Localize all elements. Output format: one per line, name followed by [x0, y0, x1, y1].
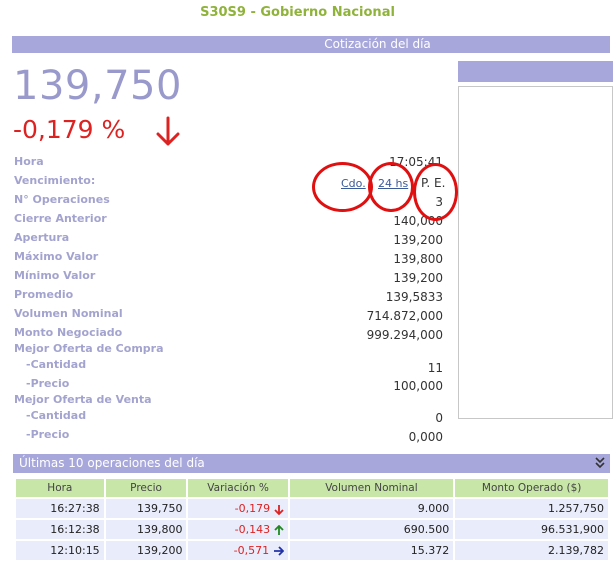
row-precio: 139,200	[105, 541, 187, 560]
maximo-value: 139,800	[393, 252, 443, 266]
col-monto: Monto Operado ($)	[455, 479, 608, 497]
cierre-label: Cierre Anterior	[14, 212, 107, 225]
ops-table: Hora Precio Variación % Volumen Nominal …	[14, 477, 610, 562]
compra-precio-label: -Precio	[26, 377, 70, 390]
chart-panel	[458, 86, 613, 419]
current-price: 139,750	[13, 63, 182, 109]
row-volumen: 9.000	[289, 499, 454, 518]
col-volumen: Volumen Nominal	[289, 479, 454, 497]
section-title: Cotización del día	[324, 37, 431, 51]
row-monto: 1.257,750	[455, 499, 608, 518]
arrow-right-icon	[273, 546, 284, 556]
apertura-value: 139,200	[393, 233, 443, 247]
ops-header: Últimas 10 operaciones del día	[13, 454, 610, 473]
arrow-down-icon	[156, 116, 180, 146]
row-volumen: 690.500	[289, 520, 454, 539]
row-variacion: -0,571	[188, 541, 288, 560]
row-precio: 139,800	[105, 520, 187, 539]
col-hora: Hora	[16, 479, 104, 497]
section-header-cotizacion: Cotización del día	[12, 36, 610, 53]
apertura-label: Apertura	[14, 231, 70, 244]
compra-precio-value: 100,000	[393, 379, 443, 393]
compra-cantidad-value: 11	[427, 361, 443, 375]
annotation-circle-24hs	[368, 162, 414, 212]
mejor-compra-label: Mejor Oferta de Compra	[14, 342, 164, 355]
collapse-chevrons-icon[interactable]	[594, 456, 606, 470]
vencimiento-label: Vencimiento:	[14, 174, 96, 187]
venta-precio-value: 0,000	[408, 430, 443, 444]
chart-header	[458, 61, 613, 82]
annotation-circle-cdo	[312, 162, 373, 212]
compra-cantidad-label: -Cantidad	[26, 358, 87, 371]
col-precio: Precio	[105, 479, 187, 497]
operaciones-label: N° Operaciones	[14, 193, 110, 206]
arrow-down-icon	[273, 504, 284, 515]
mejor-venta-label: Mejor Oferta de Venta	[14, 393, 152, 406]
ops-title: Últimas 10 operaciones del día	[19, 456, 205, 470]
row-volumen: 15.372	[289, 541, 454, 560]
row-variacion: -0,179	[188, 499, 288, 518]
minimo-label: Mínimo Valor	[14, 269, 96, 282]
volumen-label: Volumen Nominal	[14, 307, 123, 320]
monto-value: 999.294,000	[366, 328, 443, 342]
row-variacion: -0,143	[188, 520, 288, 539]
arrow-up-icon	[273, 524, 284, 535]
table-row: 16:12:38 139,800 -0,143 690.500 96.531,9…	[16, 520, 608, 539]
row-monto: 2.139,782	[455, 541, 608, 560]
table-row: 12:10:15 139,200 -0,571 15.372 2.139,782	[16, 541, 608, 560]
row-hora: 12:10:15	[16, 541, 104, 560]
row-hora: 16:12:38	[16, 520, 104, 539]
ops-header-row: Hora Precio Variación % Volumen Nominal …	[16, 479, 608, 497]
page-title: S30S9 - Gobierno Nacional	[200, 5, 395, 20]
col-variacion: Variación %	[188, 479, 288, 497]
price-variation: -0,179 %	[13, 115, 126, 144]
maximo-label: Máximo Valor	[14, 250, 99, 263]
minimo-value: 139,200	[393, 271, 443, 285]
promedio-label: Promedio	[14, 288, 74, 301]
venta-cantidad-value: 0	[435, 411, 443, 425]
venta-cantidad-label: -Cantidad	[26, 409, 87, 422]
row-monto: 96.531,900	[455, 520, 608, 539]
annotation-circle-pe	[413, 163, 458, 221]
row-precio: 139,750	[105, 499, 187, 518]
row-variacion-value: -0,143	[234, 523, 271, 536]
table-row: 16:27:38 139,750 -0,179 9.000 1.257,750	[16, 499, 608, 518]
row-variacion-value: -0,179	[234, 502, 271, 515]
monto-label: Monto Negociado	[14, 326, 123, 339]
hora-label: Hora	[14, 155, 44, 168]
row-hora: 16:27:38	[16, 499, 104, 518]
venta-precio-label: -Precio	[26, 428, 70, 441]
row-variacion-value: -0,571	[233, 544, 270, 557]
promedio-value: 139,5833	[385, 290, 443, 304]
volumen-value: 714.872,000	[366, 309, 443, 323]
